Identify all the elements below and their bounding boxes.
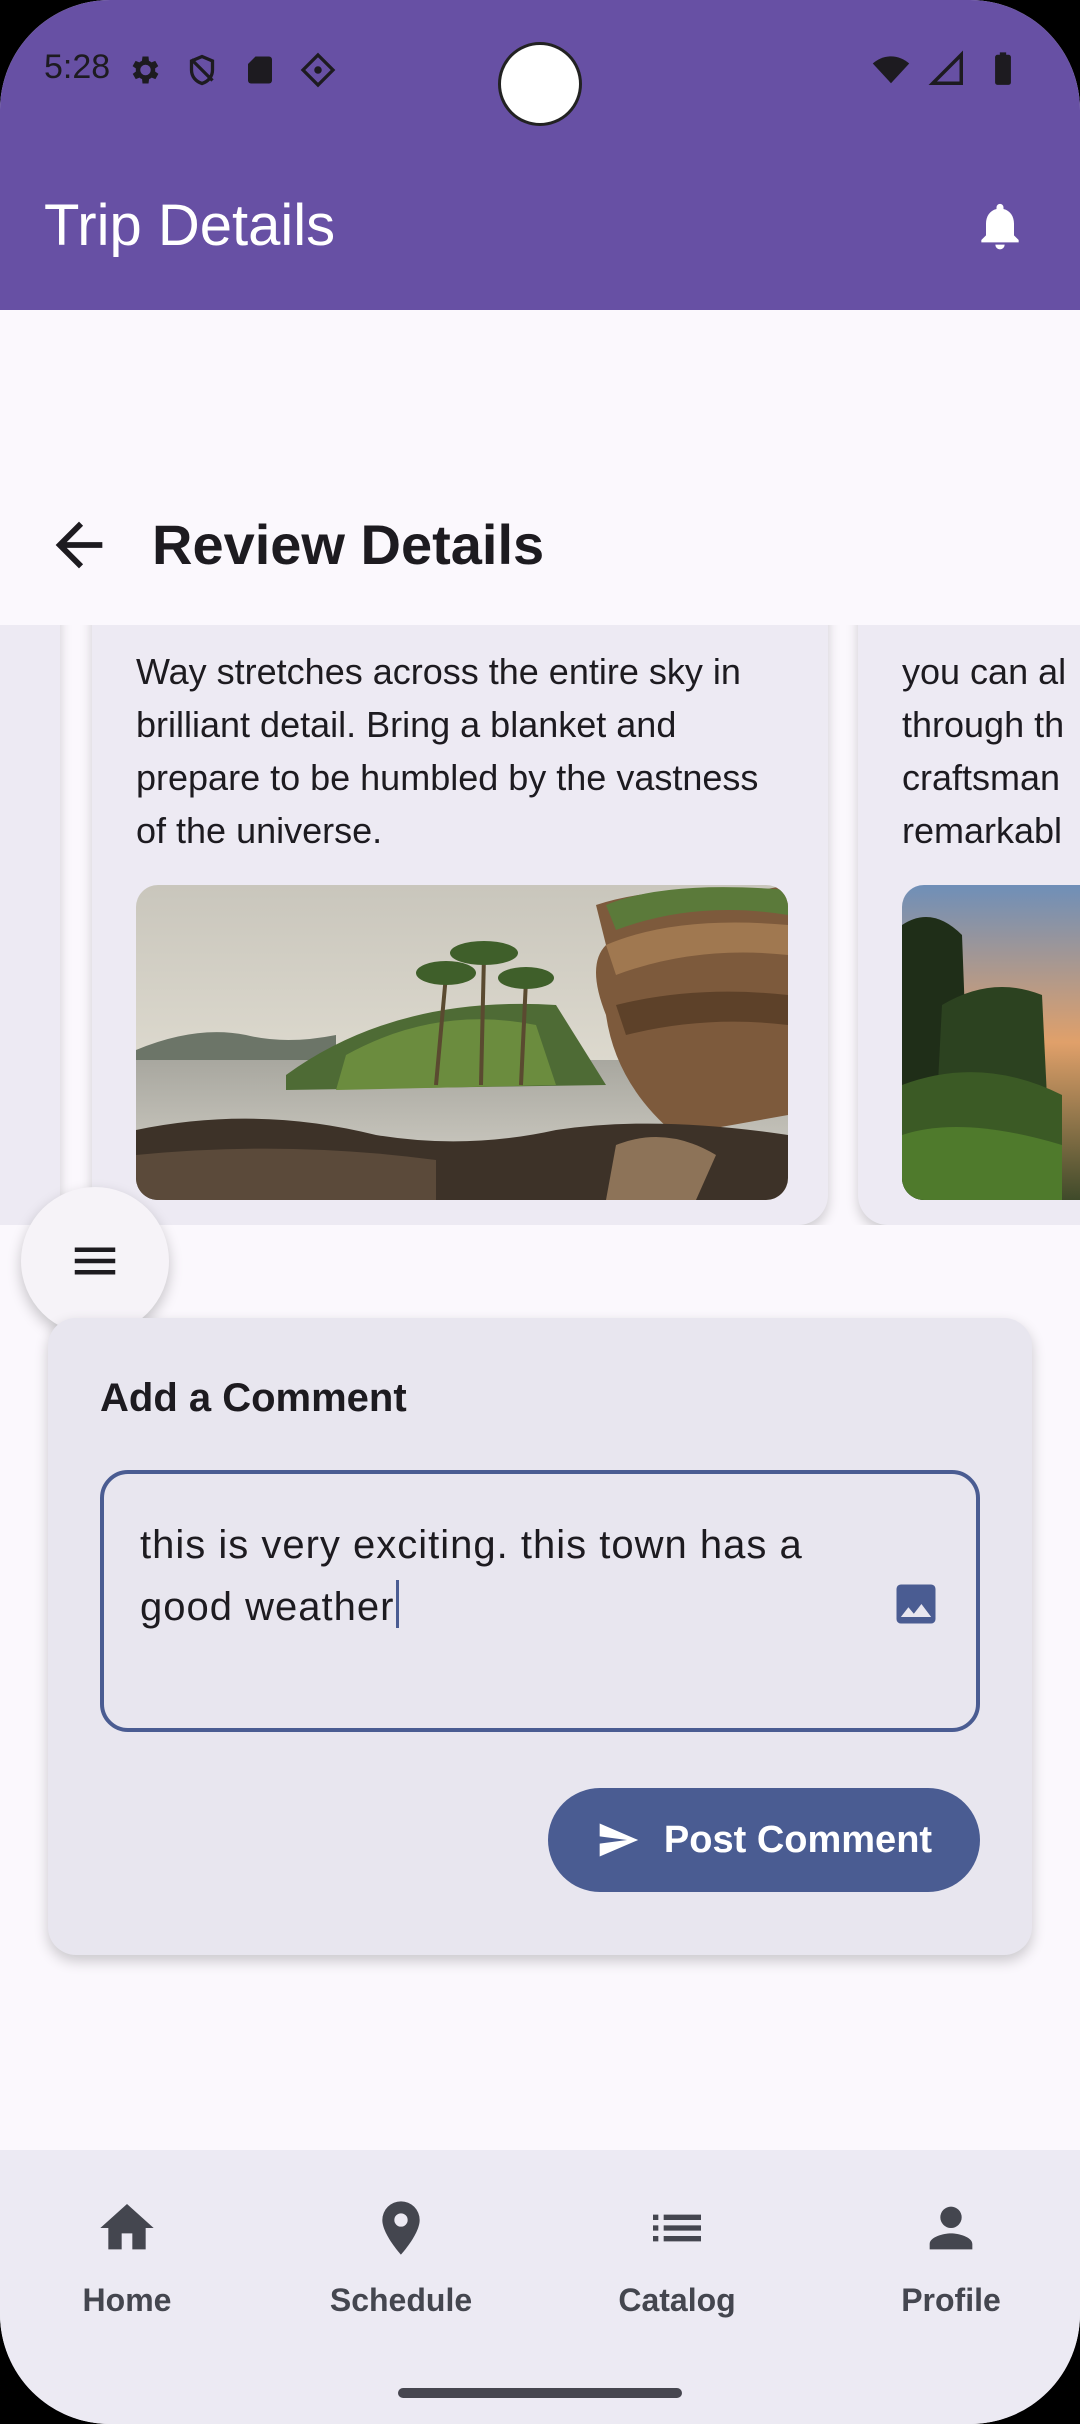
review-card-previous[interactable]: e	[0, 625, 60, 1225]
review-card-next[interactable]: you can al through th craftsman remarkab…	[858, 625, 1080, 1225]
comment-input[interactable]: this is very exciting. this town has a g…	[100, 1470, 980, 1732]
signal-icon	[928, 50, 963, 85]
review-carousel[interactable]: e Way stretches across the entire sky in…	[0, 625, 1080, 1225]
list-icon	[653, 2214, 701, 2242]
bottom-navigation: Home Schedule Catalog Profile	[0, 2150, 1080, 2424]
status-bar: 5:28	[0, 0, 1080, 140]
nav-label-profile: Profile	[901, 2282, 1001, 2318]
shield-icon	[189, 54, 215, 86]
sd-card-icon	[248, 56, 272, 84]
image-icon[interactable]	[890, 1578, 942, 1630]
review-header: Review Details	[0, 480, 1080, 600]
nav-item-profile[interactable]: Profile	[841, 2196, 1061, 2319]
page-title: Review Details	[152, 513, 545, 576]
bell-icon[interactable]	[972, 196, 1028, 256]
vpn-diamond-icon	[300, 52, 336, 88]
home-icon	[100, 2204, 154, 2250]
status-time: 5:28	[44, 48, 111, 86]
review-card-line: you can al	[902, 651, 1067, 692]
comment-input-value: this is very exciting. this town has a g…	[140, 1523, 803, 1629]
forest-photo	[902, 885, 1080, 1200]
nav-item-catalog[interactable]: Catalog	[567, 2196, 787, 2319]
menu-fab[interactable]	[21, 1187, 169, 1335]
nav-item-schedule[interactable]: Schedule	[291, 2196, 511, 2319]
nav-label-home: Home	[82, 2282, 172, 2318]
nav-label-catalog: Catalog	[618, 2282, 736, 2318]
review-card-line: through th	[902, 704, 1065, 745]
nav-item-home[interactable]: Home	[17, 2196, 237, 2319]
review-card[interactable]: Way stretches across the entire sky in b…	[92, 625, 828, 1225]
screen: 5:28 Trip Details Review Details e Wa	[0, 0, 1080, 2424]
wifi-icon	[872, 56, 910, 84]
arrow-back-icon[interactable]	[44, 510, 114, 580]
camera-cutout	[498, 42, 582, 126]
nav-label-schedule: Schedule	[329, 2282, 473, 2318]
settings-icon	[132, 56, 159, 84]
app-title: Trip Details	[44, 193, 336, 258]
text-caret	[396, 1580, 400, 1628]
review-card-line: remarkabl	[902, 810, 1063, 851]
home-indicator[interactable]	[398, 2388, 682, 2398]
post-comment-label: Post Comment	[663, 1818, 933, 1861]
person-icon	[929, 2206, 973, 2250]
post-comment-button[interactable]: Post Comment	[548, 1788, 980, 1892]
review-card-text: e	[0, 645, 60, 698]
battery-icon	[995, 52, 1011, 85]
review-card-line: craftsman	[902, 757, 1061, 798]
comment-label: Add a Comment	[100, 1376, 407, 1420]
menu-icon	[74, 1247, 116, 1275]
send-icon	[599, 1823, 639, 1857]
app-bar: 5:28 Trip Details	[0, 0, 1080, 310]
review-card-text: Way stretches across the entire sky in b…	[136, 651, 759, 851]
location-pin-icon	[382, 2201, 420, 2255]
comment-card: Add a Comment this is very exciting. thi…	[48, 1318, 1032, 1955]
beach-photo	[136, 885, 788, 1200]
